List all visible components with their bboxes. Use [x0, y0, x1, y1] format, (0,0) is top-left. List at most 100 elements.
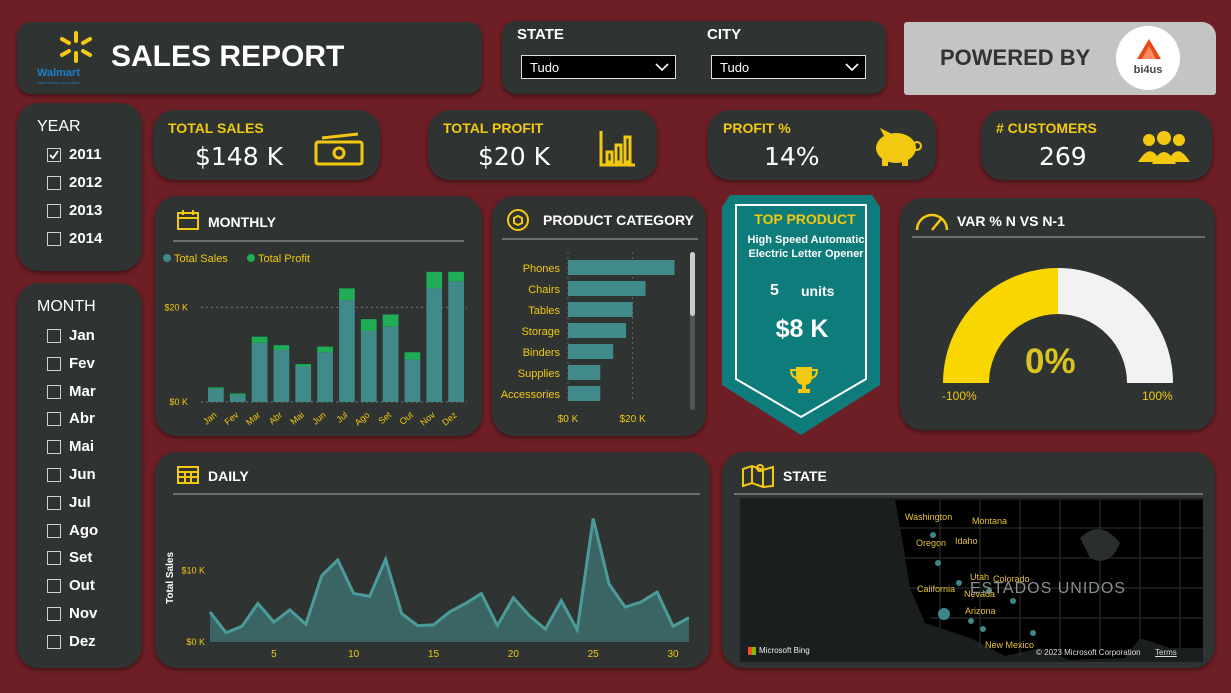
month-checkbox[interactable]	[47, 384, 61, 399]
month-checkbox[interactable]	[47, 634, 61, 649]
month-checkbox[interactable]	[47, 495, 61, 510]
daily-divider	[173, 493, 700, 495]
bing-label-text: Microsoft Bing	[759, 646, 810, 655]
bar-total-sales[interactable]	[273, 349, 290, 402]
bar-total-sales[interactable]	[426, 288, 443, 402]
bar-total-sales[interactable]	[229, 394, 246, 402]
month-checkbox[interactable]	[47, 356, 61, 371]
category-bar[interactable]	[568, 281, 646, 296]
category-bar[interactable]	[568, 344, 614, 359]
month-checkbox[interactable]	[47, 440, 61, 455]
category-bar[interactable]	[568, 365, 601, 380]
bar-total-sales[interactable]	[295, 366, 312, 403]
y-tick-label: $20 K	[164, 302, 188, 312]
bar-total-sales[interactable]	[360, 331, 377, 402]
map-bubble[interactable]	[938, 608, 950, 620]
top-product-title: TOP PRODUCT	[754, 211, 856, 227]
year-option-label[interactable]: 2013	[69, 202, 102, 219]
category-label: Chairs	[528, 284, 560, 296]
bar-total-sales[interactable]	[317, 352, 333, 402]
map-bubble[interactable]	[968, 618, 974, 624]
map-terms-link[interactable]: Terms	[1155, 648, 1177, 657]
month-option-label[interactable]: Fev	[69, 355, 95, 372]
map-bubble[interactable]	[1030, 630, 1036, 636]
x-tick-label: 5	[271, 649, 277, 660]
monthly-chart-title: MONTHLY	[208, 214, 276, 230]
year-option-label[interactable]: 2014	[69, 230, 102, 247]
map-bubble[interactable]	[1010, 598, 1016, 604]
bar-total-profit[interactable]	[251, 336, 268, 343]
page-title: SALES REPORT	[111, 40, 345, 73]
map-state-label: Arizona	[965, 606, 996, 616]
month-option-label[interactable]: Dez	[69, 633, 96, 650]
city-filter-label: CITY	[707, 26, 742, 43]
x-tick-label: Jul	[334, 410, 349, 425]
month-option-label[interactable]: Ago	[69, 522, 98, 539]
category-scrollbar-thumb[interactable]	[690, 252, 695, 316]
month-option-label[interactable]: Jun	[69, 466, 96, 483]
year-checkbox[interactable]	[47, 232, 61, 246]
bar-total-profit[interactable]	[382, 314, 399, 327]
category-bar[interactable]	[568, 323, 627, 338]
category-bar[interactable]	[568, 386, 601, 401]
bar-total-sales[interactable]	[448, 281, 464, 402]
month-option-label[interactable]: Mar	[69, 383, 96, 400]
state-map[interactable]: Washington Montana Oregon Idaho Utah Colorado…	[740, 498, 1203, 662]
bar-total-profit[interactable]	[295, 364, 312, 367]
top-product-units-label: units	[801, 283, 835, 299]
map-bubble[interactable]	[956, 580, 962, 586]
bar-total-profit[interactable]	[273, 345, 290, 350]
map-bubble[interactable]	[980, 626, 986, 632]
month-slicer-title: MONTH	[37, 298, 96, 315]
bar-total-sales[interactable]	[404, 359, 421, 402]
chevron-down-icon	[845, 63, 859, 72]
bar-total-profit[interactable]	[404, 352, 421, 360]
year-checkbox[interactable]	[47, 148, 61, 162]
bar-total-sales[interactable]	[251, 342, 268, 402]
year-option-label[interactable]: 2012	[69, 174, 102, 191]
legend-marker	[247, 254, 255, 262]
month-option-label[interactable]: Mai	[69, 438, 94, 455]
y-tick-label: $0 K	[186, 637, 205, 647]
bar-total-profit[interactable]	[229, 393, 246, 395]
y-tick-label: $10 K	[181, 566, 205, 576]
month-checkbox[interactable]	[47, 523, 61, 538]
bar-total-profit[interactable]	[360, 319, 377, 331]
month-checkbox[interactable]	[47, 468, 61, 482]
month-option-label[interactable]: Abr	[69, 410, 95, 427]
city-dropdown[interactable]: Tudo	[711, 55, 866, 79]
filters-card: STATE Tudo CITY Tudo	[502, 21, 886, 94]
category-bar[interactable]	[568, 302, 633, 317]
legend-label: Total Profit	[258, 253, 310, 265]
month-option-label[interactable]: Nov	[69, 605, 97, 622]
category-bar[interactable]	[568, 260, 675, 275]
map-country-label: ESTADOS UNIDOS	[970, 580, 1126, 597]
bar-total-profit[interactable]	[317, 346, 333, 353]
year-option-label[interactable]: 2011	[69, 146, 102, 163]
month-option-label[interactable]: Set	[69, 549, 92, 566]
bar-total-profit[interactable]	[208, 387, 224, 389]
month-option-label[interactable]: Jul	[69, 494, 91, 511]
month-option-label[interactable]: Out	[69, 577, 95, 594]
month-checkbox[interactable]	[47, 329, 61, 343]
bar-total-profit[interactable]	[426, 271, 443, 289]
bar-total-sales[interactable]	[208, 388, 224, 402]
month-checkbox[interactable]	[47, 579, 61, 594]
year-checkbox[interactable]	[47, 204, 61, 218]
x-tick-label: 10	[348, 649, 360, 660]
year-checkbox[interactable]	[47, 176, 61, 190]
bar-total-profit[interactable]	[339, 288, 355, 301]
x-tick-label: 20	[508, 649, 520, 660]
month-checkbox[interactable]	[47, 607, 61, 621]
month-checkbox[interactable]	[47, 551, 61, 566]
category-scrollbar[interactable]	[690, 252, 695, 410]
x-tick-label: 25	[588, 649, 600, 660]
bar-total-sales[interactable]	[382, 326, 399, 402]
bar-total-sales[interactable]	[339, 300, 355, 402]
map-bubble[interactable]	[935, 560, 941, 566]
bar-total-profit[interactable]	[448, 271, 464, 282]
map-bing-label: Microsoft Bing	[748, 646, 810, 655]
month-option-label[interactable]: Jan	[69, 327, 95, 344]
month-checkbox[interactable]	[47, 412, 61, 427]
state-dropdown[interactable]: Tudo	[521, 55, 676, 79]
